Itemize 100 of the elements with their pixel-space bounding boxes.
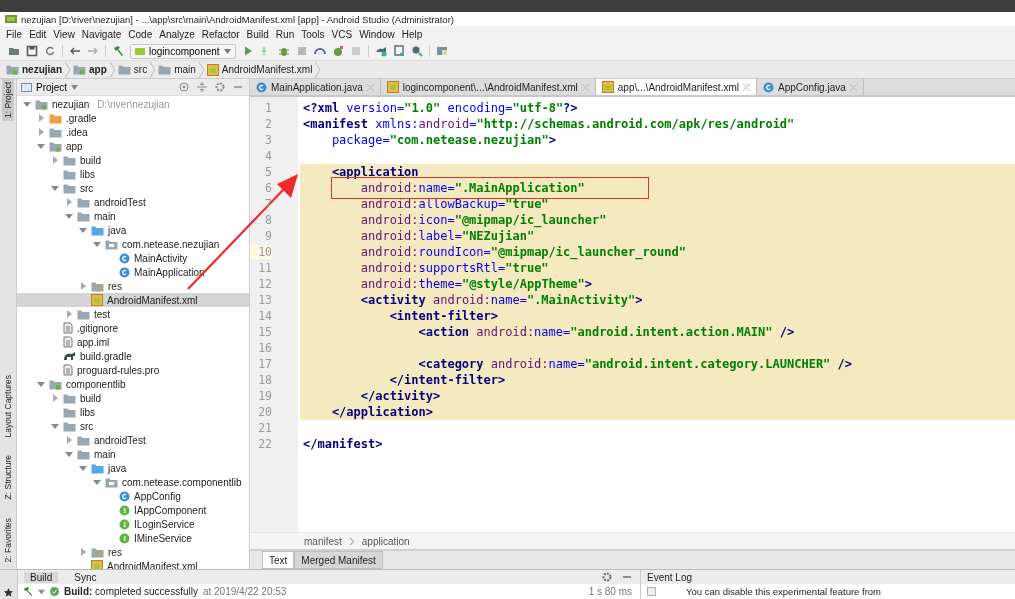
tree-item[interactable]: MainApplication — [17, 265, 249, 279]
project-view-dropdown[interactable]: Project — [21, 81, 79, 93]
tree-item[interactable]: libs — [17, 405, 249, 419]
bug-icon[interactable] — [277, 45, 290, 57]
breadcrumb-item[interactable]: app — [73, 64, 107, 75]
tree-item[interactable]: androidTest — [17, 195, 249, 209]
tree-item[interactable]: build — [17, 391, 249, 405]
tree-item[interactable]: IAppComponent — [17, 503, 249, 517]
tree-item[interactable]: res — [17, 545, 249, 559]
menu-item[interactable]: Analyze — [159, 28, 195, 40]
menu-item[interactable]: Tools — [301, 28, 325, 40]
panel-tab[interactable]: Build — [24, 571, 59, 583]
tree-item[interactable]: build.gradle — [17, 349, 249, 363]
tree-item[interactable]: main — [17, 209, 249, 223]
editor-tab[interactable]: MainApplication.java — [250, 79, 381, 95]
tree-item[interactable]: .gradle — [17, 111, 249, 125]
editor-mode-tab[interactable]: Merged Manifest — [294, 551, 383, 569]
editor-tab[interactable]: AppConfig.java — [757, 79, 864, 95]
menu-item[interactable]: Run — [275, 28, 295, 40]
expanded-arrow-icon[interactable] — [38, 588, 45, 595]
sync-icon[interactable] — [44, 45, 56, 57]
collapsed-arrow-icon[interactable] — [79, 282, 87, 290]
tree-item[interactable]: res — [17, 279, 249, 293]
coverage-icon[interactable] — [295, 45, 308, 57]
tree-item[interactable]: java — [17, 223, 249, 237]
collapsed-arrow-icon[interactable] — [65, 310, 73, 318]
tree-item[interactable]: main — [17, 447, 249, 461]
tree-item[interactable]: proguard-rules.pro — [17, 363, 249, 377]
folder-icon[interactable] — [8, 45, 20, 57]
gradle-sync-icon[interactable] — [374, 45, 387, 57]
panel-tab[interactable]: Sync — [68, 571, 103, 583]
settings-icon[interactable] — [602, 572, 612, 582]
close-icon[interactable] — [743, 83, 750, 91]
tree-item[interactable]: build — [17, 153, 249, 167]
expanded-arrow-icon[interactable] — [37, 142, 45, 150]
tree-item[interactable]: app — [17, 139, 249, 153]
tree-item[interactable]: ILoginService — [17, 517, 249, 531]
favorites-star-icon[interactable] — [4, 588, 13, 597]
device-icon[interactable] — [392, 45, 405, 57]
tree-item[interactable]: app.iml — [17, 335, 249, 349]
attach-icon[interactable] — [331, 45, 344, 57]
menu-item[interactable]: Help — [401, 28, 423, 40]
tool-window-tab[interactable]: 2: Favorites — [2, 514, 14, 565]
tree-item[interactable]: MainActivity — [17, 251, 249, 265]
expanded-arrow-icon[interactable] — [37, 380, 45, 388]
tree-item[interactable]: AppConfig — [17, 489, 249, 503]
editor-tab[interactable]: logincomponent\...\AndroidManifest.xml — [380, 79, 596, 95]
breadcrumb-item[interactable]: src — [117, 64, 148, 75]
collapse-all-icon[interactable] — [197, 82, 207, 92]
locate-icon[interactable] — [179, 82, 189, 92]
breadcrumb-item[interactable]: main — [158, 64, 196, 75]
collapsed-arrow-icon[interactable] — [65, 436, 73, 444]
tree-item[interactable]: AndroidManifest.xml — [17, 293, 249, 307]
tree-item[interactable]: .idea — [17, 125, 249, 139]
settings-icon[interactable] — [215, 82, 225, 92]
collapsed-arrow-icon[interactable] — [79, 548, 87, 556]
collapsed-arrow-icon[interactable] — [65, 198, 73, 206]
menu-item[interactable]: Edit — [29, 28, 47, 40]
expanded-arrow-icon[interactable] — [51, 422, 59, 430]
sdk-icon[interactable] — [410, 45, 423, 57]
back-icon[interactable] — [69, 45, 81, 57]
expanded-arrow-icon[interactable] — [51, 184, 59, 192]
menu-item[interactable]: Code — [128, 28, 153, 40]
breadcrumb-item[interactable]: application — [361, 535, 410, 547]
structure-icon[interactable] — [435, 45, 448, 57]
tree-item[interactable]: test — [17, 307, 249, 321]
tree-item[interactable]: androidTest — [17, 433, 249, 447]
menu-item[interactable]: Refactor — [201, 28, 240, 40]
tree-item[interactable]: componentlib — [17, 377, 249, 391]
tool-window-tab[interactable]: Layout Captures — [2, 371, 14, 441]
tree-item[interactable]: IMineService — [17, 531, 249, 545]
breadcrumb-item[interactable]: AndroidManifest.xml — [206, 63, 313, 76]
editor-mode-tab[interactable]: Text — [262, 551, 295, 569]
tree-item[interactable]: libs — [17, 167, 249, 181]
tree-item[interactable]: com.netease.componentlib — [17, 475, 249, 489]
profile-icon[interactable] — [313, 45, 326, 57]
tool-window-tab[interactable]: Z: Structure — [2, 452, 14, 503]
save-icon[interactable] — [26, 45, 38, 57]
menu-item[interactable]: Build — [246, 28, 269, 40]
tree-item[interactable]: .gitignore — [17, 321, 249, 335]
tree-item[interactable]: java — [17, 461, 249, 475]
run-configuration-dropdown[interactable]: logincomponent — [130, 43, 236, 59]
forward-icon[interactable] — [87, 45, 99, 57]
menu-item[interactable]: View — [53, 28, 75, 40]
menu-item[interactable]: File — [6, 28, 23, 40]
tree-item[interactable]: com.netease.nezujian — [17, 237, 249, 251]
hammer-icon[interactable] — [22, 586, 33, 597]
editor-tab[interactable]: app\...\AndroidManifest.xml — [595, 79, 757, 95]
tool-window-tab[interactable]: 1: Project — [2, 79, 14, 121]
collapsed-arrow-icon[interactable] — [51, 394, 59, 402]
menu-item[interactable]: VCS — [331, 28, 353, 40]
menu-item[interactable]: Window — [359, 28, 395, 40]
tree-item[interactable]: src — [17, 181, 249, 195]
breadcrumb-item[interactable]: manifest — [304, 535, 342, 547]
expanded-arrow-icon[interactable] — [23, 100, 31, 108]
tree-item[interactable]: nezujian D:\river\nezujian — [17, 97, 249, 111]
menu-item[interactable]: Navigate — [81, 28, 122, 40]
hammer-icon[interactable] — [112, 45, 124, 57]
collapsed-arrow-icon[interactable] — [51, 156, 59, 164]
breadcrumb-item[interactable]: nezujian — [6, 64, 62, 75]
